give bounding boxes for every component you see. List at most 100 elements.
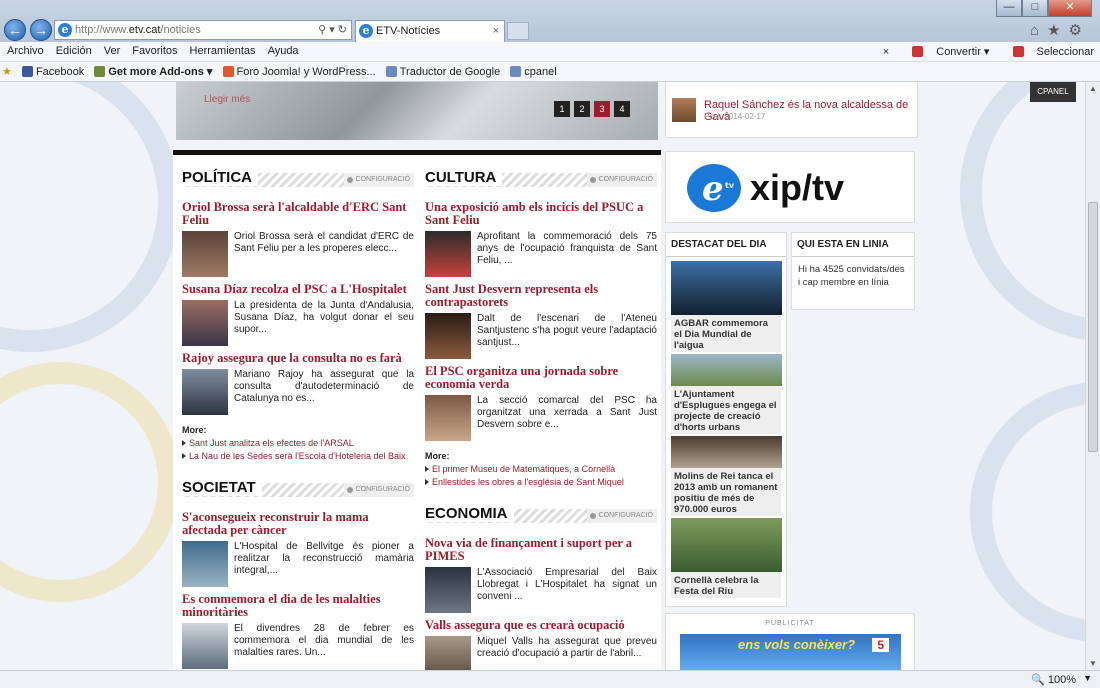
slider-page-1[interactable]: 1 bbox=[554, 101, 570, 117]
article-title[interactable]: Nova via de finançament i suport per a P… bbox=[425, 537, 657, 563]
menu-ver[interactable]: Ver bbox=[99, 42, 126, 60]
article-title[interactable]: Es commemora el dia de les malalties min… bbox=[182, 593, 414, 619]
article-title[interactable]: Oriol Brossa serà l'alcaldable d'ERC San… bbox=[182, 201, 414, 227]
featured-caption[interactable]: Cornellà celebra la Festa del Riu bbox=[671, 572, 781, 598]
menu-archivo[interactable]: Archivo bbox=[2, 42, 49, 60]
article-title[interactable]: Valls assegura que es crearà ocupació bbox=[425, 619, 657, 632]
favorites-star-icon[interactable]: ★ bbox=[0, 62, 17, 78]
menu-herramientas[interactable]: Herramientas bbox=[185, 42, 261, 60]
cpanel-button[interactable]: CPANEL bbox=[1030, 82, 1076, 102]
featured-image[interactable] bbox=[671, 436, 782, 468]
tab-close-icon[interactable]: × bbox=[493, 21, 499, 41]
scroll-down-icon[interactable]: ▼ bbox=[1089, 659, 1097, 668]
tab-etv-noticies[interactable]: e ETV-Notícies × bbox=[355, 20, 505, 42]
article-item: Sant Just Desvern representa els contrap… bbox=[425, 283, 657, 359]
menu-favoritos[interactable]: Favoritos bbox=[127, 42, 182, 60]
news-thumbnail[interactable] bbox=[672, 98, 696, 122]
home-favorites-tools-icon[interactable]: ⌂★⚙ bbox=[1030, 21, 1090, 39]
zoom-dropdown-icon[interactable]: ▼ bbox=[1083, 673, 1092, 683]
more-link[interactable]: Sant Just analitza els efectes de l'ARSA… bbox=[182, 438, 414, 448]
featured-image[interactable] bbox=[671, 518, 782, 572]
article-title[interactable]: S'aconsegueix reconstruir la mama afecta… bbox=[182, 511, 414, 537]
article-title[interactable]: Una exposició amb els incicis del PSUC a… bbox=[425, 201, 657, 227]
config-button[interactable]: CONFIGURACIÓ bbox=[586, 509, 657, 523]
featured-item[interactable]: AGBAR commemora el Dia Mundial de l'aigu… bbox=[671, 261, 782, 352]
minimize-button[interactable]: — bbox=[996, 0, 1022, 17]
config-button[interactable]: CONFIGURACIÓ bbox=[343, 483, 414, 497]
news-slider[interactable]: Llegir més 1 2 3 4 bbox=[176, 82, 658, 140]
featured-image[interactable] bbox=[671, 354, 782, 386]
article-thumbnail[interactable] bbox=[425, 231, 471, 277]
more-link[interactable]: El primer Museu de Matemàtiques, a Corne… bbox=[425, 464, 657, 474]
close-window-button[interactable]: ✕ bbox=[1048, 0, 1092, 17]
config-button[interactable]: CONFIGURACIÓ bbox=[586, 173, 657, 187]
fav-traductor[interactable]: Traductor de Google bbox=[384, 63, 505, 78]
url-scheme: http://www. bbox=[75, 24, 129, 36]
fav-foro-joomla[interactable]: Foro Joomla! y WordPress... bbox=[221, 63, 381, 78]
forward-button[interactable]: → bbox=[30, 19, 52, 41]
article-thumbnail[interactable] bbox=[182, 300, 228, 346]
article-title[interactable]: Rajoy assegura que la consulta no es far… bbox=[182, 352, 414, 365]
featured-item[interactable]: Cornellà celebra la Festa del Riu bbox=[671, 518, 782, 598]
article-thumbnail[interactable] bbox=[425, 567, 471, 613]
slider-page-4[interactable]: 4 bbox=[614, 101, 630, 117]
back-button[interactable]: ← bbox=[4, 19, 26, 41]
article-summary: Dalt de l'escenari de l'Ateneu Santjuste… bbox=[477, 313, 657, 348]
scroll-thumb[interactable] bbox=[1088, 202, 1098, 452]
convertir-button[interactable]: Convertir ▾ bbox=[902, 46, 989, 58]
article-thumbnail[interactable] bbox=[182, 369, 228, 415]
menu-close-icon[interactable]: × bbox=[883, 46, 889, 58]
more-link[interactable]: La Nau de les Sedes serà l'Escola d'Hote… bbox=[182, 451, 414, 461]
gear-icon bbox=[589, 513, 596, 519]
fav-cpanel[interactable]: cpanel bbox=[508, 63, 561, 78]
new-tab-button[interactable] bbox=[507, 22, 529, 40]
advertising-banner[interactable]: ens vols conèixer? 5 bbox=[680, 634, 901, 670]
fav-facebook[interactable]: Facebook bbox=[20, 63, 89, 78]
section-title[interactable]: SOCIETAT bbox=[182, 479, 262, 496]
scroll-up-icon[interactable]: ▲ bbox=[1089, 84, 1097, 93]
address-bar[interactable]: e http://www.etv.cat/noticies ⚲ ▾ ↻ bbox=[54, 20, 352, 40]
menu-ayuda[interactable]: Ayuda bbox=[263, 42, 304, 60]
slider-read-more-link[interactable]: Llegir més bbox=[204, 94, 250, 105]
section-title[interactable]: POLÍTICA bbox=[182, 169, 258, 186]
featured-image[interactable] bbox=[671, 261, 782, 315]
featured-caption[interactable]: Molins de Rei tanca el 2013 amb un roman… bbox=[671, 468, 781, 516]
article-item: Susana Díaz recolza el PSC a L'Hospitale… bbox=[182, 283, 414, 346]
article-thumbnail[interactable] bbox=[182, 541, 228, 587]
config-button[interactable]: CONFIGURACIÓ bbox=[343, 173, 414, 187]
back-arrow-icon: ← bbox=[8, 22, 22, 38]
article-thumbnail[interactable] bbox=[425, 313, 471, 359]
featured-item[interactable]: Molins de Rei tanca el 2013 amb un roman… bbox=[671, 436, 782, 516]
zoom-level[interactable]: 🔍 100% bbox=[1031, 673, 1076, 686]
article-title[interactable]: Susana Díaz recolza el PSC a L'Hospitale… bbox=[182, 283, 414, 296]
more-link[interactable]: Enllestides les obres a l'església de Sa… bbox=[425, 477, 657, 487]
xiptv-logo-box[interactable]: e tv xip/tv bbox=[665, 151, 915, 223]
advertising-label: PUBLICITAT bbox=[765, 620, 815, 627]
article-title[interactable]: El PSC organitza una jornada sobre econo… bbox=[425, 365, 657, 391]
menu-edicion[interactable]: Edición bbox=[51, 42, 97, 60]
article-thumbnail[interactable] bbox=[182, 623, 228, 669]
address-tools-icon[interactable]: ⚲ ▾ ↻ bbox=[318, 21, 347, 39]
maximize-button[interactable]: □ bbox=[1022, 0, 1048, 17]
article-thumbnail[interactable] bbox=[182, 231, 228, 277]
section-title[interactable]: CULTURA bbox=[425, 169, 503, 186]
more-list: Sant Just analitza els efectes de l'ARSA… bbox=[182, 438, 414, 461]
article-thumbnail[interactable] bbox=[425, 636, 471, 670]
featured-caption[interactable]: L'Ajuntament d'Esplugues engega el proje… bbox=[671, 386, 781, 434]
fav-get-more-addons[interactable]: Get more Add-ons ▾ bbox=[92, 62, 217, 78]
latest-news-date: Post: 2014-02-17 bbox=[704, 112, 766, 121]
featured-caption[interactable]: AGBAR commemora el Dia Mundial de l'aigu… bbox=[671, 315, 781, 352]
article-summary: La secció comarcal del PSC ha organitzat… bbox=[477, 395, 657, 430]
slider-page-3[interactable]: 3 bbox=[594, 101, 610, 117]
vertical-scrollbar[interactable]: ▲ ▼ bbox=[1085, 82, 1100, 670]
url-host: etv.cat bbox=[128, 24, 161, 36]
article-thumbnail[interactable] bbox=[425, 395, 471, 441]
article-title[interactable]: Sant Just Desvern representa els contrap… bbox=[425, 283, 657, 309]
slider-page-2[interactable]: 2 bbox=[574, 101, 590, 117]
article-item: El PSC organitza una jornada sobre econo… bbox=[425, 365, 657, 441]
seleccionar-button[interactable]: Seleccionar bbox=[1003, 46, 1094, 58]
online-title: QUI ESTA EN LINIA bbox=[792, 233, 914, 257]
featured-item[interactable]: L'Ajuntament d'Esplugues engega el proje… bbox=[671, 354, 782, 434]
tab-title: ETV-Notícies bbox=[376, 25, 441, 37]
section-title[interactable]: ECONOMIA bbox=[425, 505, 514, 522]
